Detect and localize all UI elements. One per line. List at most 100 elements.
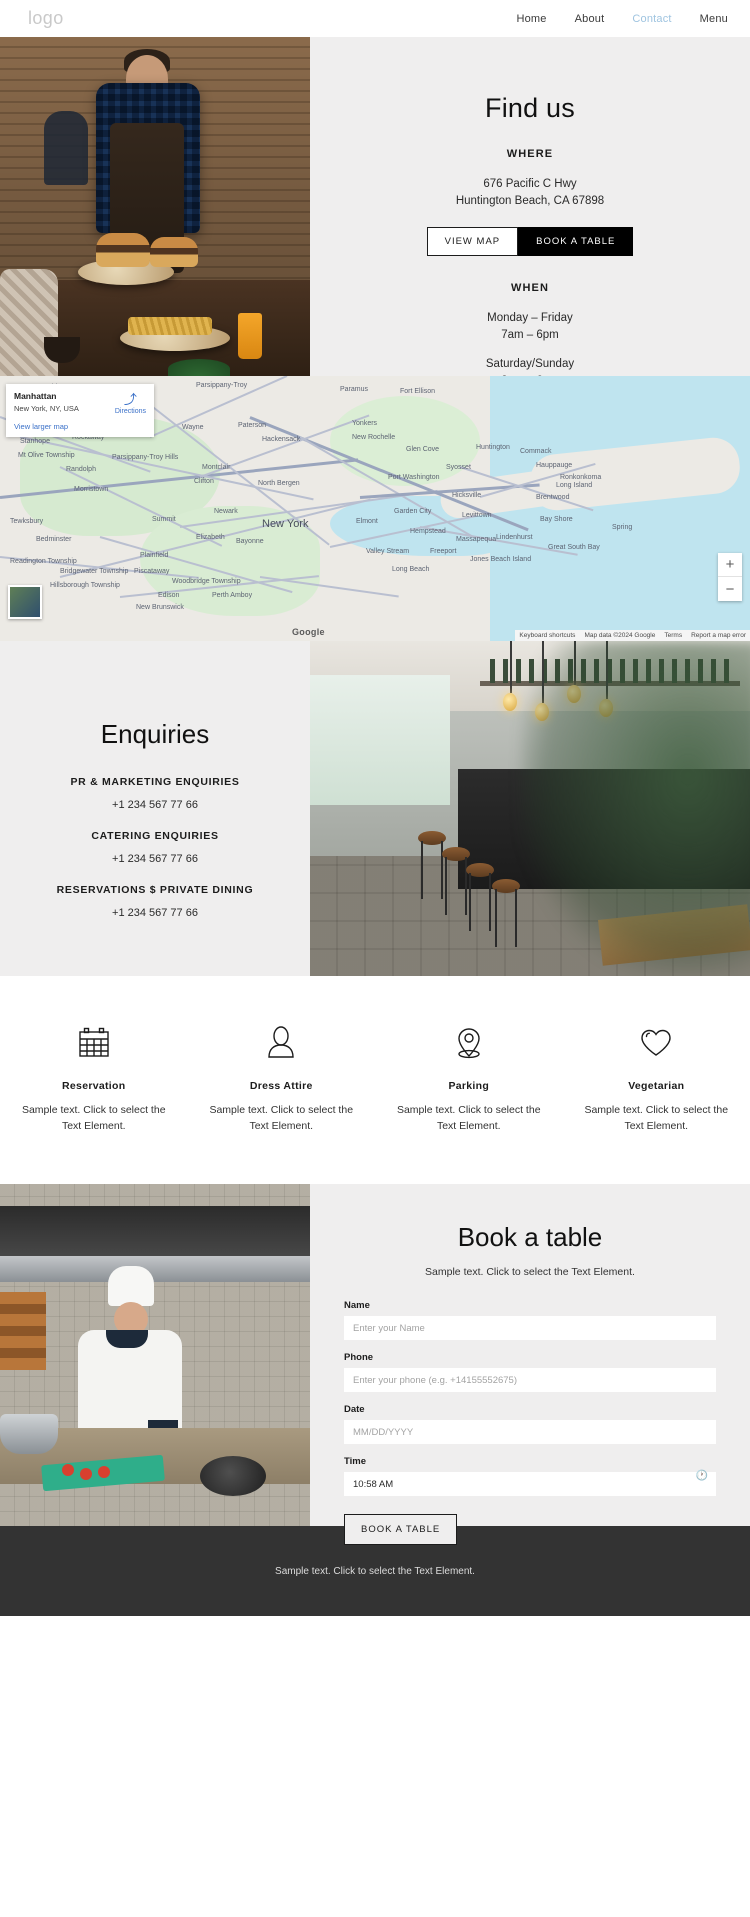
map-label: Montclair [202, 464, 231, 471]
time-input-wrapper[interactable]: 🕐 [344, 1471, 716, 1496]
time-input[interactable] [353, 1472, 707, 1496]
map-label: Long Island [556, 482, 593, 489]
enquiry-phone-reservations[interactable]: +1 234 567 77 66 [112, 907, 198, 919]
site-logo[interactable]: logo [28, 8, 64, 29]
person-icon [202, 1020, 362, 1066]
feature-desc-dress-attire: Sample text. Click to select the Text El… [209, 1104, 354, 1132]
weekend-days: Saturday/Sunday [485, 358, 575, 370]
booking-form: Book a table Sample text. Click to selec… [310, 1184, 750, 1545]
find-us-buttons: VIEW MAP BOOK A TABLE [426, 227, 634, 256]
nav-item-about[interactable]: About [575, 13, 605, 25]
map-label: Paramus [340, 386, 369, 393]
google-map-embed[interactable]: TownshipParsippany-TroyParamusFort Ellis… [0, 376, 750, 641]
phone-input[interactable] [353, 1368, 707, 1392]
address-line-1: 676 Pacific C Hwy [483, 178, 577, 190]
phone-field-group: Phone [344, 1352, 716, 1392]
calendar-icon [14, 1020, 174, 1066]
time-label: Time [344, 1456, 367, 1467]
map-label: Garden City [394, 508, 432, 515]
terms-link[interactable]: Terms [664, 632, 682, 639]
site-header: logo Home About Contact Menu [0, 0, 750, 37]
burger-two [150, 237, 198, 267]
nav-item-menu[interactable]: Menu [700, 13, 728, 25]
map-label: Elizabeth [196, 534, 225, 541]
map-label: Commack [520, 448, 552, 455]
map-data-credit: Map data ©2024 Google [584, 632, 656, 639]
view-map-button[interactable]: VIEW MAP [426, 227, 519, 256]
map-label: New York [262, 518, 309, 530]
map-label: Port Washington [388, 474, 440, 481]
enquiries-section: Enquiries PR & MARKETING ENQUIRIES +1 23… [0, 641, 750, 976]
feature-reservation: Reservation Sample text. Click to select… [0, 1020, 188, 1134]
feature-title-reservation: Reservation [62, 1080, 126, 1092]
zoom-in-button[interactable]: + [718, 553, 742, 577]
table-plant [168, 359, 230, 376]
booking-section: Book a table Sample text. Click to selec… [0, 1184, 750, 1545]
orange-juice-glass [238, 313, 262, 359]
background-guest [44, 111, 88, 185]
map-label: Edison [158, 592, 180, 599]
zoom-out-button[interactable]: − [718, 577, 742, 601]
enquiry-phone-catering[interactable]: +1 234 567 77 66 [112, 853, 198, 865]
name-input[interactable] [353, 1316, 707, 1340]
footer-text: Sample text. Click to select the Text El… [275, 1565, 475, 1577]
map-label: Spring [612, 524, 633, 531]
pendant-cord-1 [510, 641, 512, 693]
map-label: Ronkonkoma [560, 474, 602, 481]
kitchen-shelf [0, 1292, 46, 1370]
map-label: Parsippany-Troy [196, 382, 248, 389]
map-label: Bedminster [36, 536, 72, 543]
report-map-error-link[interactable]: Report a map error [691, 632, 746, 639]
map-label: Brentwood [536, 494, 570, 501]
feature-title-vegetarian: Vegetarian [628, 1080, 685, 1092]
street-view-thumbnail[interactable] [8, 585, 42, 619]
date-input[interactable] [353, 1420, 707, 1444]
bar-stool-leg-3 [469, 873, 491, 931]
map-label: Syosset [446, 464, 471, 471]
where-label: WHERE [506, 148, 554, 160]
feature-parking: Parking Sample text. Click to select the… [375, 1020, 563, 1134]
feature-title-parking: Parking [448, 1080, 490, 1092]
enquiries-info: Enquiries PR & MARKETING ENQUIRIES +1 23… [0, 641, 310, 976]
kitchen-steel-panel [0, 1256, 310, 1282]
map-ocean [490, 376, 750, 641]
date-input-wrapper[interactable] [344, 1420, 716, 1444]
find-us-section: Find us WHERE 676 Pacific C Hwy Huntingt… [0, 37, 750, 387]
directions-label: Directions [114, 408, 146, 415]
date-label: Date [344, 1404, 365, 1415]
submit-booking-button[interactable]: BOOK A TABLE [344, 1514, 458, 1545]
phone-input-wrapper[interactable] [344, 1368, 716, 1392]
date-field-group: Date [344, 1404, 716, 1444]
features-row: Reservation Sample text. Click to select… [0, 976, 750, 1184]
book-a-table-button[interactable]: BOOK A TABLE [518, 227, 634, 256]
map-label: Lindenhurst [496, 534, 533, 541]
map-label: Clifton [194, 478, 214, 485]
map-label: Hackensack [262, 436, 301, 443]
enquiry-phone-pr[interactable]: +1 234 567 77 66 [112, 799, 198, 811]
nav-item-contact[interactable]: Contact [632, 13, 671, 25]
enquiries-title: Enquiries [100, 719, 210, 749]
map-label: Mt Olive Township [18, 452, 75, 459]
map-label: Hicksville [452, 492, 482, 499]
map-pin-icon [389, 1020, 549, 1066]
map-label: Tewksbury [10, 518, 44, 525]
nav-item-home[interactable]: Home [516, 13, 546, 25]
bar-stool-leg-1 [421, 841, 443, 899]
feature-dress-attire: Dress Attire Sample text. Click to selec… [188, 1020, 376, 1134]
when-label: WHEN [510, 282, 549, 294]
map-info-card[interactable]: Manhattan New York, NY, USA View larger … [6, 384, 154, 437]
view-larger-map-link[interactable]: View larger map [14, 422, 146, 431]
chef-hat [108, 1266, 154, 1306]
frying-pan [200, 1456, 266, 1496]
map-label: Morristown [74, 486, 109, 493]
map-label: Long Beach [392, 566, 430, 573]
name-input-wrapper[interactable] [344, 1316, 716, 1340]
map-label: Valley Stream [366, 548, 410, 555]
map-zoom-controls[interactable]: + − [718, 553, 742, 601]
map-label: Hempstead [410, 528, 446, 535]
enquiry-category-catering: CATERING ENQUIRIES [91, 830, 219, 842]
keyboard-shortcuts-link[interactable]: Keyboard shortcuts [519, 632, 575, 639]
directions-button[interactable]: ⤴ Directions [115, 393, 146, 415]
map-label: Elmont [356, 518, 378, 525]
booking-title: Book a table [457, 1222, 603, 1252]
